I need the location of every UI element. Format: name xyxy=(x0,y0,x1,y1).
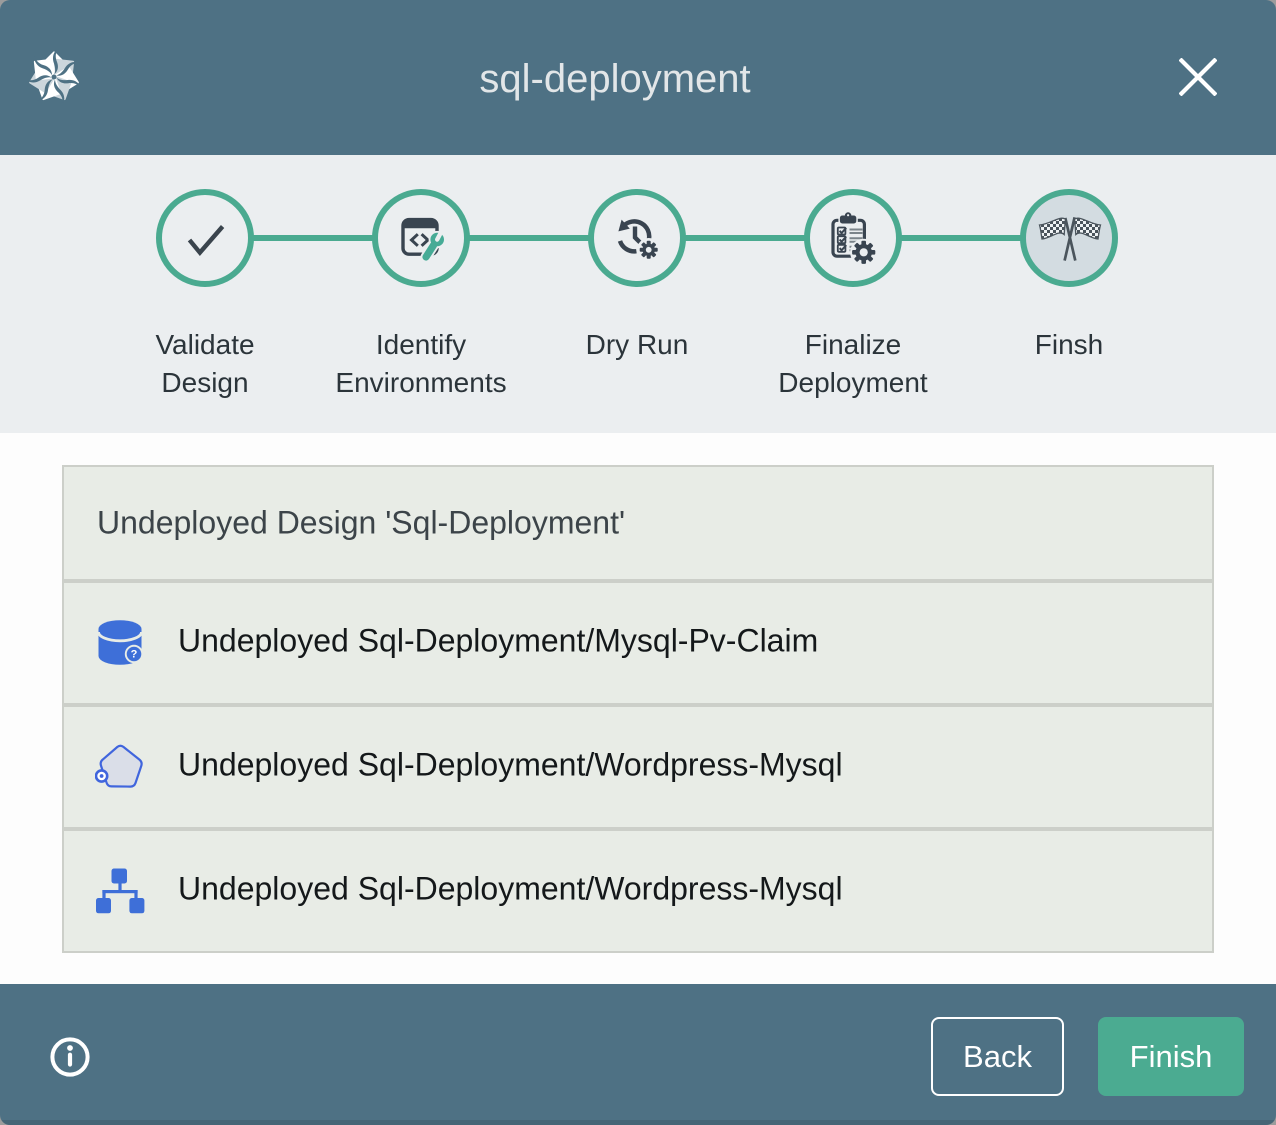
svg-text:?: ? xyxy=(131,649,138,661)
